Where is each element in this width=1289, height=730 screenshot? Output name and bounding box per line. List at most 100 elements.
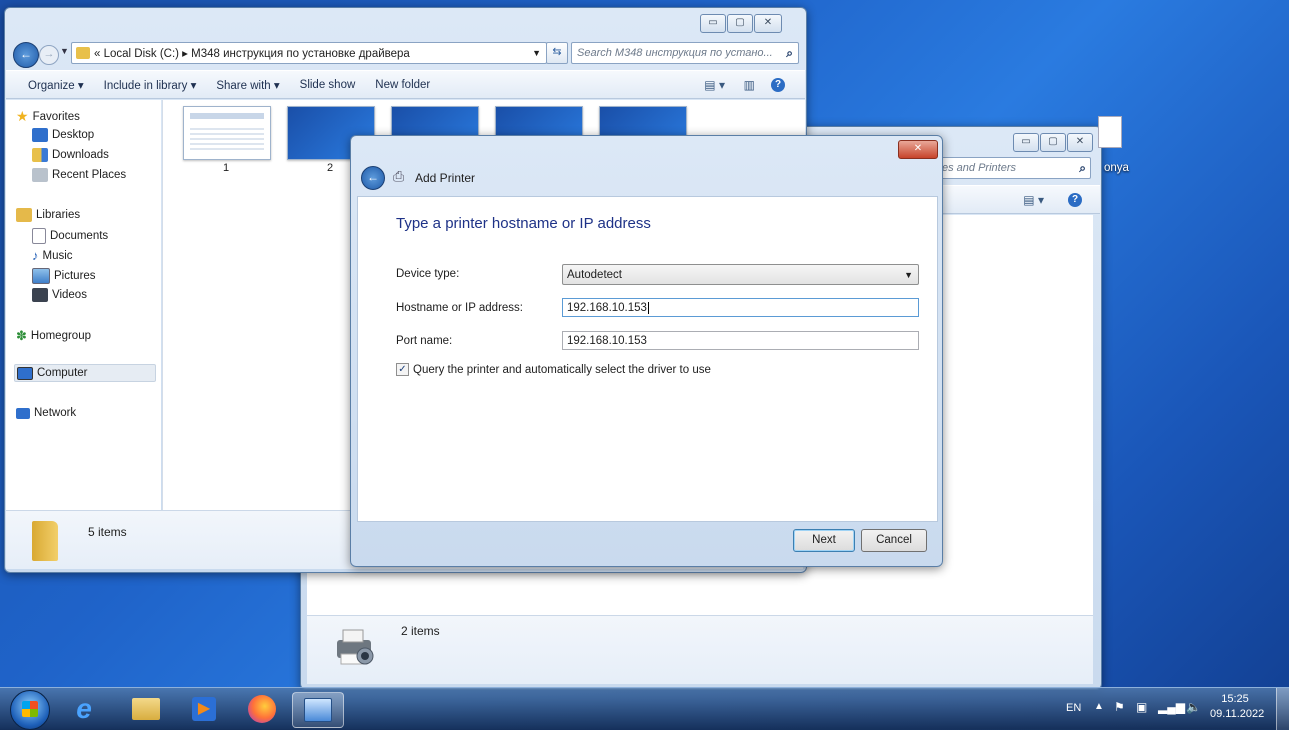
nav-downloads[interactable]: Downloads <box>32 148 109 162</box>
nav-documents[interactable]: Documents <box>32 228 108 244</box>
include-in-library-menu[interactable]: Include in library ▾ <box>94 78 207 92</box>
nav-network[interactable]: Network <box>16 407 76 419</box>
navigation-pane: ★ Favorites Desktop Downloads Recent Pla… <box>6 100 161 510</box>
nav-homegroup[interactable]: ✽ Homegroup <box>16 328 91 344</box>
back-button[interactable]: ← <box>361 166 385 190</box>
minimize-button[interactable]: ▭ <box>700 14 726 33</box>
nav-favorites[interactable]: ★ Favorites <box>16 108 80 125</box>
explorer-search-input[interactable]: Search M348 инструкция по устано... <box>572 47 781 59</box>
volume-muted-icon[interactable]: 🔈 <box>1186 700 1201 714</box>
address-bar[interactable]: « Local Disk (C:) ▸ M348 инструкция по у… <box>71 42 547 64</box>
hostname-input[interactable]: 192.168.10.153 <box>562 298 919 317</box>
language-indicator[interactable]: EN <box>1066 702 1081 714</box>
share-with-menu[interactable]: Share with ▾ <box>206 78 289 92</box>
port-name-input[interactable]: 192.168.10.153 <box>562 331 919 350</box>
help-icon[interactable]: ? <box>1068 192 1082 207</box>
internet-explorer-taskbar-button[interactable]: e <box>58 692 110 726</box>
file-thumbnail[interactable] <box>183 106 271 160</box>
device-type-select[interactable]: Autodetect ▼ <box>562 264 919 285</box>
view-options-icon[interactable]: ▤ ▾ <box>1023 193 1044 207</box>
refresh-button[interactable]: ⇆ <box>546 42 568 64</box>
nav-label: Computer <box>37 367 88 379</box>
devices-search-input[interactable]: es and Printers <box>938 162 1075 174</box>
nav-recent-places[interactable]: Recent Places <box>32 168 126 182</box>
folder-icon <box>132 698 160 720</box>
nav-computer[interactable]: Computer <box>14 364 156 382</box>
organize-menu[interactable]: Organize ▾ <box>6 78 94 92</box>
media-player-taskbar-button[interactable]: ▶ <box>178 692 230 726</box>
nav-label: Downloads <box>52 149 109 161</box>
signal-icon[interactable]: ▂▄▆ <box>1158 700 1185 714</box>
devices-details-pane: 2 items <box>307 615 1093 684</box>
nav-libraries[interactable]: Libraries <box>16 208 80 222</box>
devices-search-box[interactable]: es and Printers ⌕ <box>937 157 1091 179</box>
internet-explorer-icon: e <box>76 693 92 724</box>
device-type-label: Device type: <box>396 268 460 280</box>
next-button[interactable]: Next <box>793 529 855 552</box>
firefox-taskbar-button[interactable] <box>236 692 288 726</box>
desktop-file-icon[interactable] <box>1098 116 1122 148</box>
nav-music[interactable]: ♪ Music <box>32 248 73 263</box>
recent-pages-chevron-icon[interactable]: ▼ <box>60 46 69 56</box>
search-icon[interactable]: ⌕ <box>1075 161 1090 176</box>
chevron-down-icon: ▼ <box>904 270 913 280</box>
close-button[interactable]: ✕ <box>898 140 938 159</box>
hostname-value: 192.168.10.153 <box>567 302 647 314</box>
refresh-icon: ⇆ <box>552 46 562 58</box>
nav-label: Favorites <box>32 110 80 123</box>
add-printer-dialog[interactable]: ✕ ← ⎙ Add Printer Type a printer hostnam… <box>350 135 943 567</box>
query-printer-checkbox[interactable]: ✓ <box>396 363 409 376</box>
devices-printers-taskbar-button[interactable] <box>292 692 344 728</box>
nav-label: Desktop <box>52 129 95 141</box>
nav-label: Pictures <box>54 270 96 282</box>
firefox-icon <box>248 695 276 723</box>
nav-desktop[interactable]: Desktop <box>32 128 94 142</box>
control-panel-icon <box>304 698 332 722</box>
minimize-button[interactable]: ▭ <box>1013 133 1039 152</box>
slide-show-button[interactable]: Slide show <box>290 79 366 91</box>
port-name-label: Port name: <box>396 335 453 347</box>
desktop-icon-label[interactable]: onya <box>1104 162 1129 174</box>
back-button[interactable]: ← <box>13 42 39 68</box>
documents-icon <box>32 228 46 244</box>
query-printer-option[interactable]: ✓ Query the printer and automatically se… <box>396 363 711 376</box>
close-button[interactable]: ✕ <box>754 14 782 33</box>
nav-pictures[interactable]: Pictures <box>32 268 96 284</box>
nav-videos[interactable]: Videos <box>32 288 87 302</box>
network-tray-icon[interactable]: ▣ <box>1136 700 1147 714</box>
maximize-button[interactable]: ▢ <box>727 14 753 33</box>
address-breadcrumb[interactable]: « Local Disk (C:) ▸ M348 инструкция по у… <box>94 46 527 60</box>
search-icon[interactable]: ⌕ <box>781 46 798 61</box>
help-icon[interactable]: ? <box>771 77 785 92</box>
explorer-toolbar: Organize ▾ Include in library ▾ Share wi… <box>6 70 805 99</box>
new-folder-button[interactable]: New folder <box>365 79 440 91</box>
back-arrow-icon: ← <box>367 170 379 184</box>
back-arrow-icon: ← <box>20 47 32 61</box>
show-hidden-icons-chevron-icon[interactable]: ▲ <box>1094 701 1104 712</box>
dialog-content: Type a printer hostname or IP address De… <box>357 196 938 522</box>
maximize-button[interactable]: ▢ <box>1040 133 1066 152</box>
explorer-search-box[interactable]: Search M348 инструкция по устано... ⌕ <box>571 42 799 64</box>
cancel-button[interactable]: Cancel <box>861 529 927 552</box>
show-desktop-button[interactable] <box>1276 688 1289 730</box>
address-dropdown-icon[interactable]: ▼ <box>527 48 546 58</box>
dialog-title: Add Printer <box>415 171 476 185</box>
taskbar: e ▶ EN ▲ ⚑ ▣ ▂▄▆ 🔈 15:25 09.11.2022 <box>0 687 1289 730</box>
preview-pane-icon[interactable]: ▥ <box>744 78 755 92</box>
view-options-icon[interactable]: ▤ ▾ <box>704 78 725 92</box>
explorer-taskbar-button[interactable] <box>120 692 172 726</box>
printer-camera-icon <box>329 622 379 672</box>
port-name-value: 192.168.10.153 <box>567 335 647 347</box>
folder-large-icon <box>32 521 58 561</box>
folder-icon <box>76 47 90 59</box>
action-center-icon[interactable]: ⚑ <box>1114 700 1125 714</box>
file-name[interactable]: 1 <box>183 162 269 174</box>
devices-caption-buttons: ▭ ▢ ✕ <box>1013 133 1093 152</box>
videos-icon <box>32 288 48 302</box>
nav-label: Music <box>42 249 73 262</box>
start-button[interactable] <box>10 690 50 730</box>
close-button[interactable]: ✕ <box>1067 133 1093 152</box>
hostname-label: Hostname or IP address: <box>396 302 523 314</box>
forward-button[interactable]: → <box>39 45 59 65</box>
clock[interactable]: 15:25 09.11.2022 <box>1210 692 1264 722</box>
